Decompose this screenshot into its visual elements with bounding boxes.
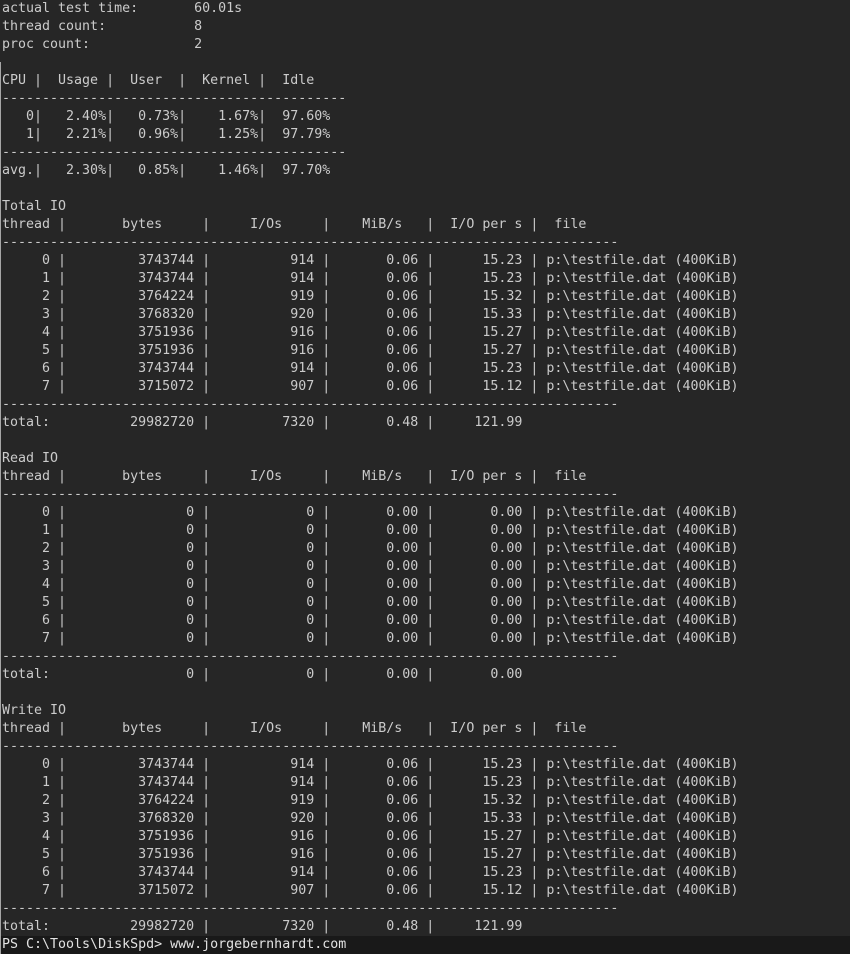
cpu-row: 0| 2.40%| 0.73%| 1.67%| 97.60%	[2, 109, 331, 124]
io-thread-row: 6 | 0 | 0 | 0.00 | 0.00 | p:\testfile.da…	[2, 613, 739, 628]
io-total-row: total: 29982720 | 7320 | 0.48 | 121.99	[2, 919, 523, 934]
summary-line: thread count: 8	[2, 19, 203, 34]
io-thread-row: 3 | 3768320 | 920 | 0.06 | 15.33 | p:\te…	[2, 811, 739, 826]
io-thread-row: 0 | 0 | 0 | 0.00 | 0.00 | p:\testfile.da…	[2, 505, 739, 520]
io-thread-row: 5 | 0 | 0 | 0.00 | 0.00 | p:\testfile.da…	[2, 595, 739, 610]
io-thread-row: 5 | 3751936 | 916 | 0.06 | 15.27 | p:\te…	[2, 343, 739, 358]
separator-line: ----------------------------------------…	[2, 235, 619, 250]
io-section-title: Write IO	[2, 703, 67, 718]
cpu-table-header: CPU | Usage | User | Kernel | Idle	[2, 73, 315, 88]
summary-line: proc count: 2	[2, 37, 203, 52]
io-thread-row: 1 | 0 | 0 | 0.00 | 0.00 | p:\testfile.da…	[2, 523, 739, 538]
io-table-header: thread | bytes | I/Os | MiB/s | I/O per …	[2, 469, 587, 484]
separator-line: ----------------------------------------…	[2, 649, 619, 664]
io-thread-row: 2 | 3764224 | 919 | 0.06 | 15.32 | p:\te…	[2, 793, 739, 808]
io-total-row: total: 29982720 | 7320 | 0.48 | 121.99	[2, 415, 523, 430]
io-thread-row: 4 | 0 | 0 | 0.00 | 0.00 | p:\testfile.da…	[2, 577, 739, 592]
io-thread-row: 1 | 3743744 | 914 | 0.06 | 15.23 | p:\te…	[2, 271, 739, 286]
summary-line: actual test time: 60.01s	[2, 1, 243, 16]
io-section-title: Read IO	[2, 451, 59, 466]
prompt-line[interactable]: PS C:\Tools\DiskSpd> www.jorgebernhardt.…	[0, 936, 850, 954]
io-thread-row: 7 | 3715072 | 907 | 0.06 | 15.12 | p:\te…	[2, 379, 739, 394]
io-thread-row: 2 | 0 | 0 | 0.00 | 0.00 | p:\testfile.da…	[2, 541, 739, 556]
terminal-output: actual test time: 60.01s thread count: 8 p…	[0, 0, 850, 954]
separator-line: ----------------------------------------…	[2, 91, 347, 106]
io-table-header: thread | bytes | I/Os | MiB/s | I/O per …	[2, 217, 587, 232]
io-table-header: thread | bytes | I/Os | MiB/s | I/O per …	[2, 721, 587, 736]
io-thread-row: 3 | 0 | 0 | 0.00 | 0.00 | p:\testfile.da…	[2, 559, 739, 574]
separator-line: ----------------------------------------…	[2, 901, 619, 916]
io-thread-row: 6 | 3743744 | 914 | 0.06 | 15.23 | p:\te…	[2, 361, 739, 376]
io-thread-row: 2 | 3764224 | 919 | 0.06 | 15.32 | p:\te…	[2, 289, 739, 304]
io-total-row: total: 0 | 0 | 0.00 | 0.00	[2, 667, 523, 682]
io-section-title: Total IO	[2, 199, 67, 214]
separator-line: ----------------------------------------…	[2, 487, 619, 502]
separator-line: ----------------------------------------…	[2, 397, 619, 412]
io-thread-row: 4 | 3751936 | 916 | 0.06 | 15.27 | p:\te…	[2, 325, 739, 340]
separator-line: ----------------------------------------…	[2, 145, 347, 160]
io-thread-row: 5 | 3751936 | 916 | 0.06 | 15.27 | p:\te…	[2, 847, 739, 862]
cpu-avg-row: avg.| 2.30%| 0.85%| 1.46%| 97.70%	[2, 163, 331, 178]
io-thread-row: 3 | 3768320 | 920 | 0.06 | 15.33 | p:\te…	[2, 307, 739, 322]
io-thread-row: 4 | 3751936 | 916 | 0.06 | 15.27 | p:\te…	[2, 829, 739, 844]
io-thread-row: 7 | 0 | 0 | 0.00 | 0.00 | p:\testfile.da…	[2, 631, 739, 646]
io-thread-row: 0 | 3743744 | 914 | 0.06 | 15.23 | p:\te…	[2, 757, 739, 772]
io-thread-row: 1 | 3743744 | 914 | 0.06 | 15.23 | p:\te…	[2, 775, 739, 790]
cpu-row: 1| 2.21%| 0.96%| 1.25%| 97.79%	[2, 127, 331, 142]
io-thread-row: 7 | 3715072 | 907 | 0.06 | 15.12 | p:\te…	[2, 883, 739, 898]
io-thread-row: 6 | 3743744 | 914 | 0.06 | 15.23 | p:\te…	[2, 865, 739, 880]
separator-line: ----------------------------------------…	[2, 739, 619, 754]
io-thread-row: 0 | 3743744 | 914 | 0.06 | 15.23 | p:\te…	[2, 253, 739, 268]
terminal-window[interactable]: actual test time: 60.01s thread count: 8 p…	[0, 0, 850, 954]
